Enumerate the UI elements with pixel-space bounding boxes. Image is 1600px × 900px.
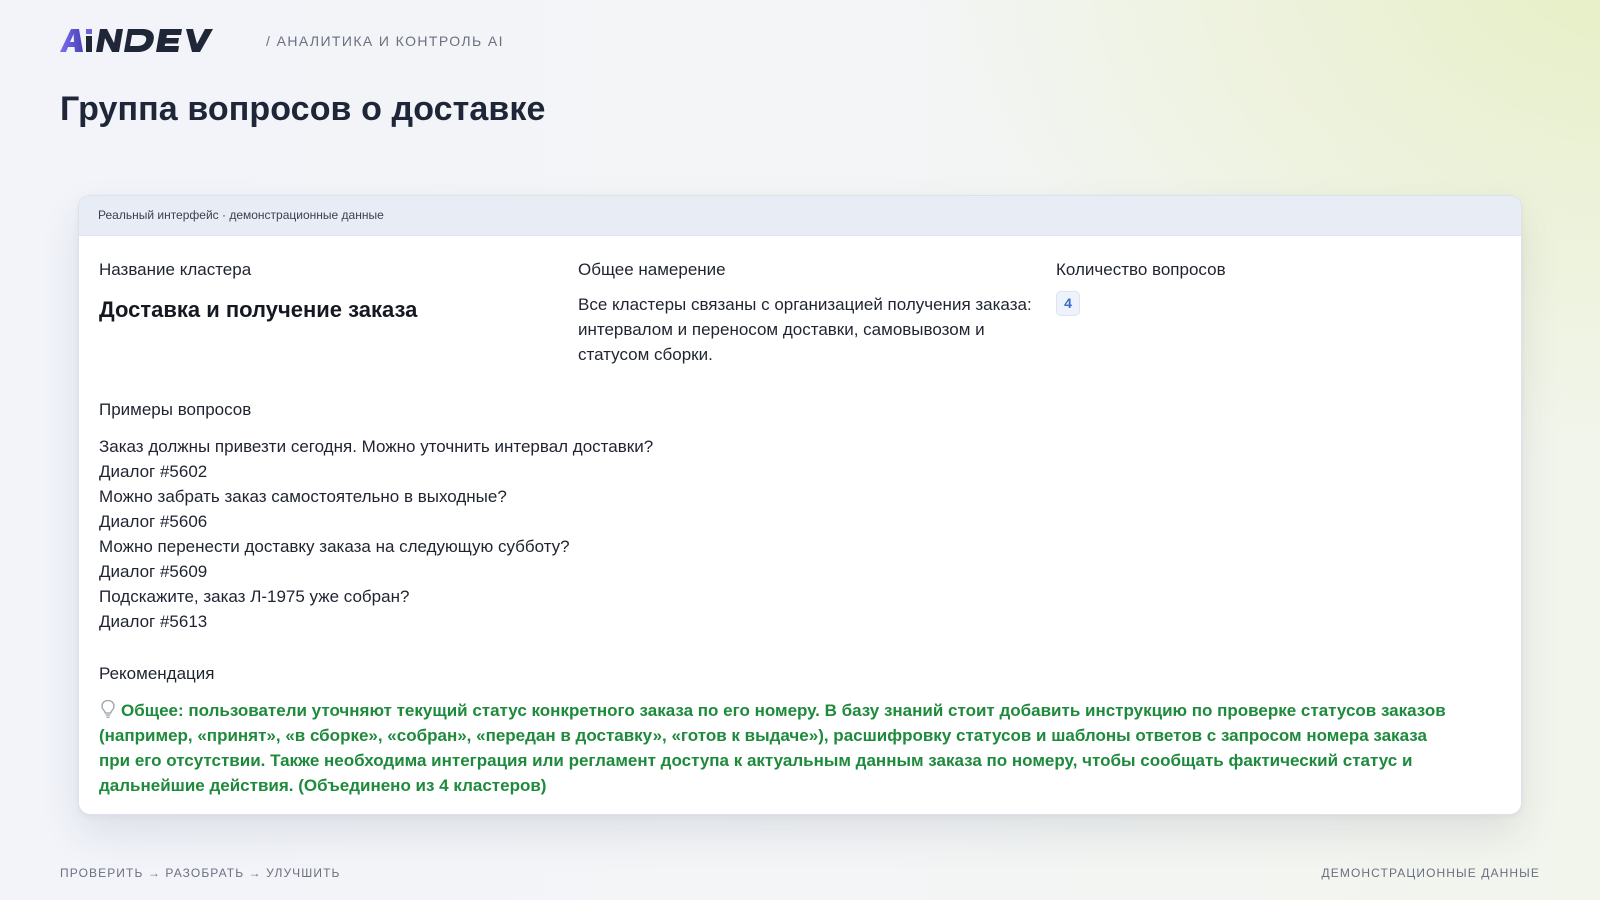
card-body: Название кластера Доставка и получение з…	[79, 236, 1521, 814]
example-question: Можно забрать заказ самостоятельно в вых…	[99, 487, 507, 506]
example-dialog-link[interactable]: Диалог #5609	[99, 559, 999, 584]
question-count-section: Количество вопросов 4	[1056, 260, 1456, 316]
examples-list: Заказ должны привезти сегодня. Можно уто…	[99, 434, 999, 634]
examples-section: Примеры вопросов Заказ должны привезти с…	[99, 400, 999, 634]
question-count-badge: 4	[1056, 291, 1080, 316]
recommendation-text: Общее: пользователи уточняют текущий ста…	[99, 698, 1459, 798]
cluster-name-section: Название кластера Доставка и получение з…	[99, 260, 539, 323]
logo-mark	[60, 29, 213, 52]
cluster-card: Реальный интерфейс · демонстрационные да…	[78, 195, 1522, 815]
footer-workflow: ПРОВЕРИТЬ → РАЗОБРАТЬ → УЛУЧШИТЬ	[60, 866, 341, 880]
section-label: / АНАЛИТИКА И КОНТРОЛЬ AI	[266, 33, 504, 49]
recommendation-label: Рекомендация	[99, 664, 215, 683]
example-question: Заказ должны привезти сегодня. Можно уто…	[99, 437, 654, 456]
intent-label: Общее намерение	[578, 260, 726, 279]
examples-label: Примеры вопросов	[99, 400, 252, 419]
cluster-name-label: Название кластера	[99, 260, 252, 279]
example-dialog-link[interactable]: Диалог #5602	[99, 459, 999, 484]
card-topbar: Реальный интерфейс · демонстрационные да…	[79, 196, 1521, 236]
example-dialog-link[interactable]: Диалог #5613	[99, 609, 999, 634]
footer-demo-label: ДЕМОНСТРАЦИОННЫЕ ДАННЫЕ	[1321, 866, 1540, 880]
intent-section: Общее намерение Все кластеры связаны с о…	[578, 260, 1038, 367]
header: / АНАЛИТИКА И КОНТРОЛЬ AI	[60, 26, 504, 56]
intent-value: Все кластеры связаны с организацией полу…	[578, 295, 1032, 364]
question-count-label: Количество вопросов	[1056, 260, 1226, 279]
lightbulb-icon	[101, 699, 115, 718]
cluster-name-value: Доставка и получение заказа	[99, 297, 418, 322]
recommendation-text-body: Общее: пользователи уточняют текущий ста…	[99, 701, 1446, 795]
aindev-logo[interactable]	[60, 26, 238, 56]
example-question: Можно перенести доставку заказа на следу…	[99, 537, 570, 556]
recommendation-section: Рекомендация Общее: пользователи уточняю…	[99, 664, 1459, 798]
page-title: Группа вопросов о доставке	[60, 90, 546, 128]
example-question: Подскажите, заказ Л-1975 уже собран?	[99, 587, 410, 606]
example-dialog-link[interactable]: Диалог #5606	[99, 509, 999, 534]
